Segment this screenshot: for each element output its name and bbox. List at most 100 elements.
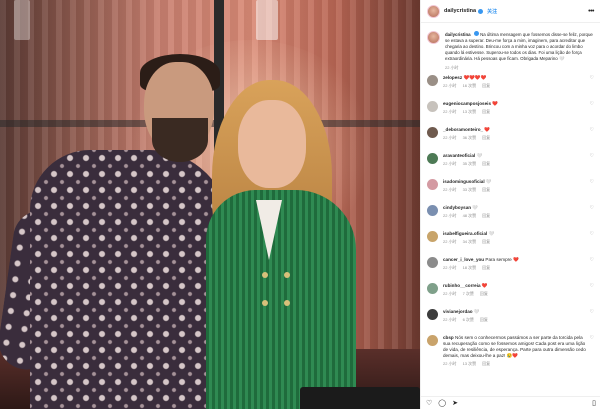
comment-username[interactable]: isabelfigueira.oficial — [443, 231, 487, 236]
comment-username[interactable]: cancer_i_love_you — [443, 257, 484, 262]
heart-icon[interactable]: ♡ — [426, 400, 432, 407]
comment-time[interactable]: 22 小时 — [443, 361, 457, 366]
reply-button[interactable]: 回复 — [482, 83, 490, 88]
header-username[interactable]: dailycristina — [444, 8, 476, 14]
comment-username[interactable]: _deboramonteiro_ — [443, 127, 483, 132]
avatar[interactable] — [427, 4, 440, 18]
comment-icon[interactable]: ◯ — [438, 400, 446, 407]
comment-likes[interactable]: 48 次赞 — [463, 213, 477, 218]
comment-list: zelopesz ❤️❤️❤️❤️ 22 小时 16 次赞 回复 ♡ eugeniocam… — [421, 75, 600, 371]
comment-time[interactable]: 22 小时 — [443, 291, 457, 296]
comment-time[interactable]: 22 小时 — [443, 109, 457, 114]
avatar[interactable] — [427, 101, 438, 112]
comment-row: rubinho__correia ❤️ 22 小时 7 次赞 回复 ♡ — [427, 283, 594, 309]
comment-text: Para sempre ❤️ — [485, 257, 519, 262]
avatar[interactable] — [427, 31, 440, 44]
comment-time[interactable]: 22 小时 — [443, 187, 457, 192]
reply-button[interactable]: 回复 — [482, 109, 490, 114]
reply-button[interactable]: 回复 — [482, 187, 490, 192]
comment-likes[interactable]: 16 次赞 — [463, 83, 477, 88]
comment-username[interactable]: eugeniocamposjoseis — [443, 101, 491, 106]
avatar[interactable] — [427, 257, 438, 268]
share-icon[interactable]: ➤ — [452, 400, 458, 407]
comment-line: cancer_i_love_you Para sempre ❤️ — [443, 257, 587, 263]
comment-time[interactable]: 22 小时 — [443, 135, 457, 140]
reply-button[interactable]: 回复 — [480, 291, 488, 296]
comment-row: cancer_i_love_you Para sempre ❤️ 22 小时 18 … — [427, 257, 594, 283]
avatar[interactable] — [427, 309, 438, 320]
heart-icon[interactable]: ♡ — [590, 309, 594, 315]
caption-username[interactable]: dailycristina — [445, 32, 471, 37]
comment-time[interactable]: 22 小时 — [443, 161, 457, 166]
post-photo[interactable] — [0, 0, 420, 409]
comment-body: cindyboysan 🤍 22 小时 48 次赞 回复 — [443, 205, 587, 219]
comment-likes[interactable]: 35 次赞 — [463, 161, 477, 166]
heart-icon[interactable]: ♡ — [590, 179, 594, 185]
comment-row: _deboramonteiro_ ❤️ 22 小时 36 次赞 回复 ♡ — [427, 127, 594, 153]
verified-badge-icon — [473, 31, 479, 36]
comment-meta: 22 小时 18 次赞 回复 — [443, 265, 587, 271]
comment-line: cbsp Nós sem o conhecermos passámos a se… — [443, 335, 587, 359]
avatar[interactable] — [427, 335, 438, 346]
comment-line: isadomingusoficial 🤍 — [443, 179, 587, 185]
avatar[interactable] — [427, 153, 438, 164]
heart-icon[interactable]: ♡ — [590, 75, 594, 81]
heart-icon[interactable]: ♡ — [590, 127, 594, 133]
comment-time[interactable]: 22 小时 — [443, 213, 457, 218]
comment-likes[interactable]: 7 次赞 — [463, 291, 474, 296]
comment-username[interactable]: aravanteoficial — [443, 153, 475, 158]
caption-timestamp[interactable]: 22 小时 — [445, 65, 594, 71]
reply-button[interactable]: 回复 — [480, 317, 488, 322]
reply-button[interactable]: 回复 — [482, 265, 490, 270]
reply-button[interactable]: 回复 — [482, 239, 490, 244]
comment-text: ❤️ — [484, 127, 491, 132]
comment-text: ❤️ — [492, 101, 499, 106]
comment-text: 🤍 — [472, 205, 479, 210]
avatar[interactable] — [427, 231, 438, 242]
avatar[interactable] — [427, 283, 438, 294]
comment-time[interactable]: 22 小时 — [443, 265, 457, 270]
comment-meta: 22 小时 36 次赞 回复 — [443, 135, 587, 141]
comment-username[interactable]: cindyboysan — [443, 205, 471, 210]
comment-likes[interactable]: 18 次赞 — [463, 265, 477, 270]
heart-icon[interactable]: ♡ — [590, 101, 594, 107]
reply-button[interactable]: 回复 — [482, 213, 490, 218]
comment-likes[interactable]: 33 次赞 — [463, 187, 477, 192]
comment-likes[interactable]: 34 次赞 — [463, 239, 477, 244]
heart-icon[interactable]: ♡ — [590, 283, 594, 289]
comment-username[interactable]: zelopesz — [443, 75, 462, 80]
avatar[interactable] — [427, 205, 438, 216]
comment-username[interactable]: vivianejordao — [443, 309, 473, 314]
comment-time[interactable]: 22 小时 — [443, 239, 457, 244]
reply-button[interactable]: 回复 — [482, 361, 490, 366]
avatar[interactable] — [427, 127, 438, 138]
avatar[interactable] — [427, 75, 438, 86]
more-dots-icon[interactable]: ••• — [588, 8, 594, 15]
comment-likes[interactable]: 36 次赞 — [463, 135, 477, 140]
comment-likes[interactable]: 13 次赞 — [463, 109, 477, 114]
comment-likes[interactable]: 13 次赞 — [463, 361, 477, 366]
heart-icon[interactable]: ♡ — [590, 205, 594, 211]
comment-time[interactable]: 22 小时 — [443, 83, 457, 88]
heart-icon[interactable]: ♡ — [590, 153, 594, 159]
avatar[interactable] — [427, 179, 438, 190]
comment-body: cbsp Nós sem o conhecermos passámos a se… — [443, 335, 587, 367]
comment-time[interactable]: 22 小时 — [443, 317, 457, 322]
comment-meta: 22 小时 35 次赞 回复 — [443, 161, 587, 167]
reply-button[interactable]: 回复 — [482, 135, 490, 140]
comment-username[interactable]: isadomingusoficial — [443, 179, 485, 184]
light-panel-center — [256, 0, 278, 40]
follow-button[interactable]: 关注 — [487, 8, 497, 15]
comment-text: Nós sem o conhecermos passámos a ser par… — [443, 335, 586, 358]
comment-username[interactable]: cbsp — [443, 335, 454, 340]
reply-button[interactable]: 回复 — [482, 161, 490, 166]
comment-likes[interactable]: 6 次赞 — [463, 317, 474, 322]
comment-row: cbsp Nós sem o conhecermos passámos a se… — [427, 335, 594, 371]
bookmark-icon[interactable]: ▯ — [592, 400, 596, 407]
heart-icon[interactable]: ♡ — [590, 257, 594, 263]
comment-username[interactable]: rubinho__correia — [443, 283, 481, 288]
heart-icon[interactable]: ♡ — [590, 335, 594, 341]
comment-row: eugeniocamposjoseis ❤️ 22 小时 13 次赞 回复 ♡ — [427, 101, 594, 127]
comment-body: isadomingusoficial 🤍 22 小时 33 次赞 回复 — [443, 179, 587, 193]
heart-icon[interactable]: ♡ — [590, 231, 594, 237]
